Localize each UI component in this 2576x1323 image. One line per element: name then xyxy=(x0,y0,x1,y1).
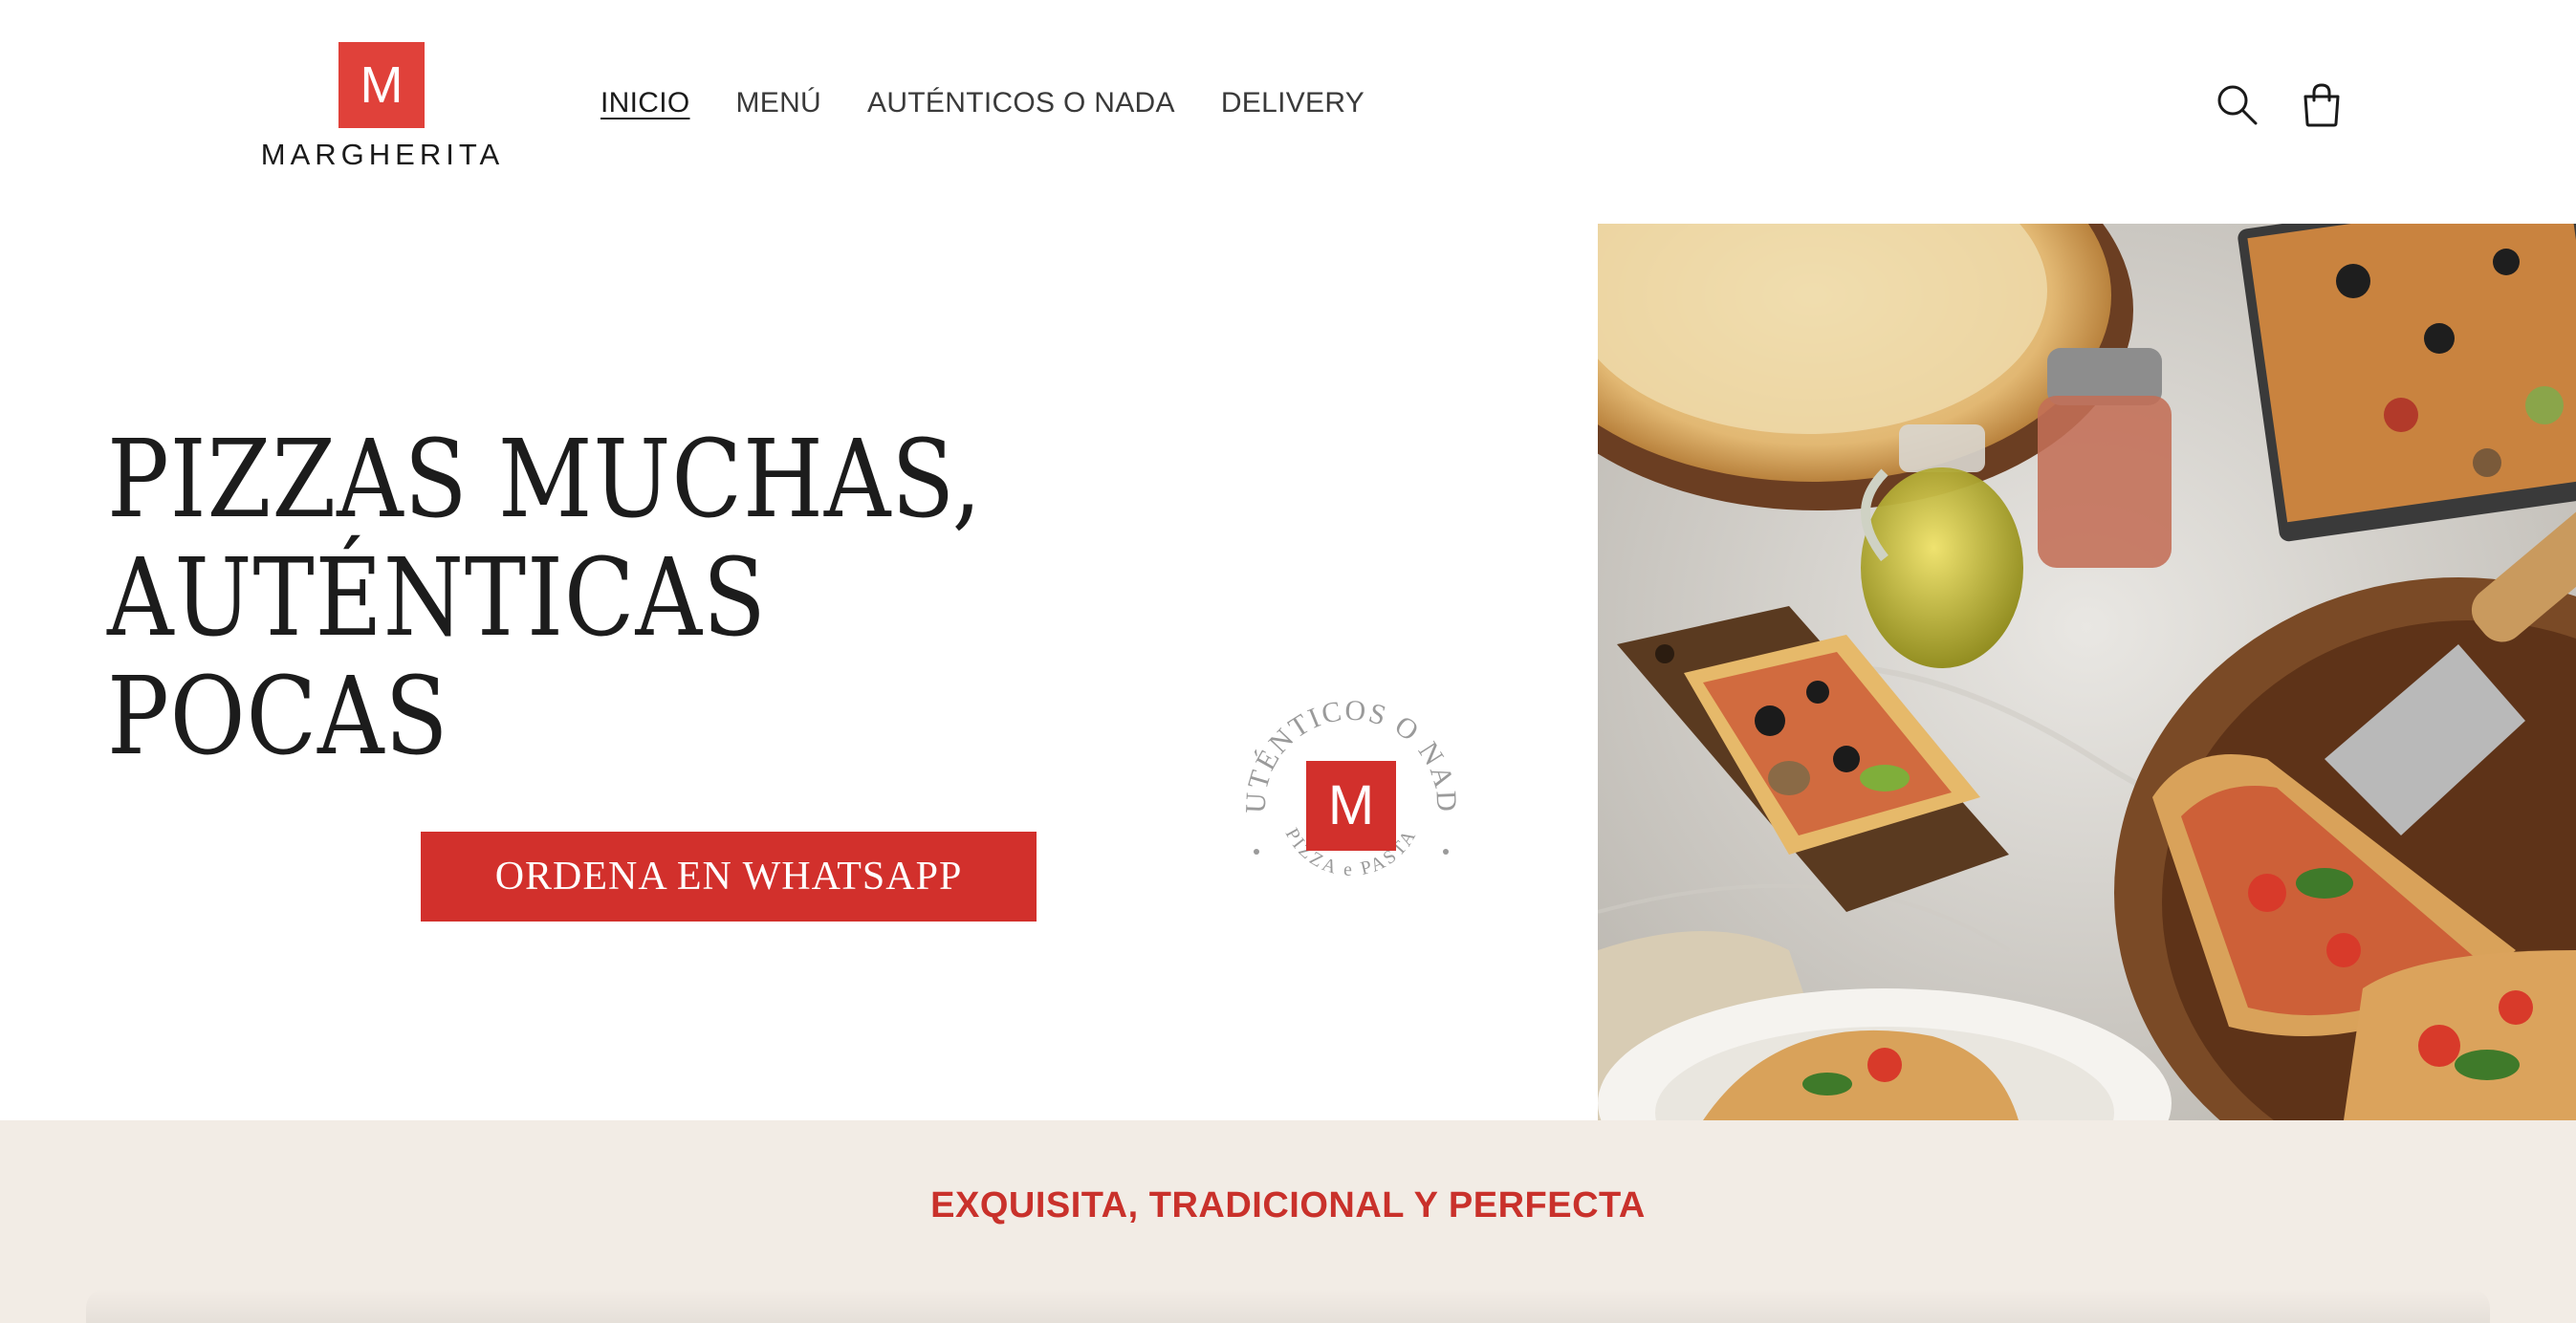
site-header: M MARGHERITA INICIO MENÚ AUTÉNTICOS O NA… xyxy=(0,0,2576,222)
logo-mark: M xyxy=(338,42,425,128)
badge-letter: M xyxy=(1328,774,1374,836)
brand-logo[interactable]: M MARGHERITA xyxy=(235,38,530,172)
band-shadow xyxy=(86,1289,2490,1323)
main-nav: INICIO MENÚ AUTÉNTICOS O NADA DELIVERY xyxy=(600,82,1364,124)
nav-item-inicio[interactable]: INICIO xyxy=(600,82,689,124)
logo-wordmark: MARGHERITA xyxy=(260,138,505,171)
tagline-band: EXQUISITA, TRADICIONAL Y PERFECTA xyxy=(0,1120,2576,1323)
search-icon[interactable] xyxy=(2213,80,2262,130)
nav-item-autenticos[interactable]: AUTÉNTICOS O NADA xyxy=(867,82,1175,124)
hero-title-line-2: POCAS xyxy=(107,655,449,779)
page: M MARGHERITA INICIO MENÚ AUTÉNTICOS O NA… xyxy=(0,0,2576,1323)
nav-item-delivery[interactable]: DELIVERY xyxy=(1221,82,1364,124)
cart-icon[interactable] xyxy=(2297,80,2347,130)
tagline-title: EXQUISITA, TRADICIONAL Y PERFECTA xyxy=(930,1185,1646,1225)
hero-title-line-1: PIZZAS MUCHAS, AUTÉNTICAS xyxy=(107,418,983,661)
hero-pizza-photo xyxy=(1598,224,2576,1120)
autenticos-badge: AUTÉNTICOS O NADA PIZZA e PASTA M xyxy=(1211,652,1480,935)
order-whatsapp-button[interactable]: ORDENA EN WHATSAPP xyxy=(421,832,1037,922)
hero-title: PIZZAS MUCHAS, AUTÉNTICAS POCAS xyxy=(107,421,1341,776)
nav-item-menu[interactable]: MENÚ xyxy=(735,82,821,124)
